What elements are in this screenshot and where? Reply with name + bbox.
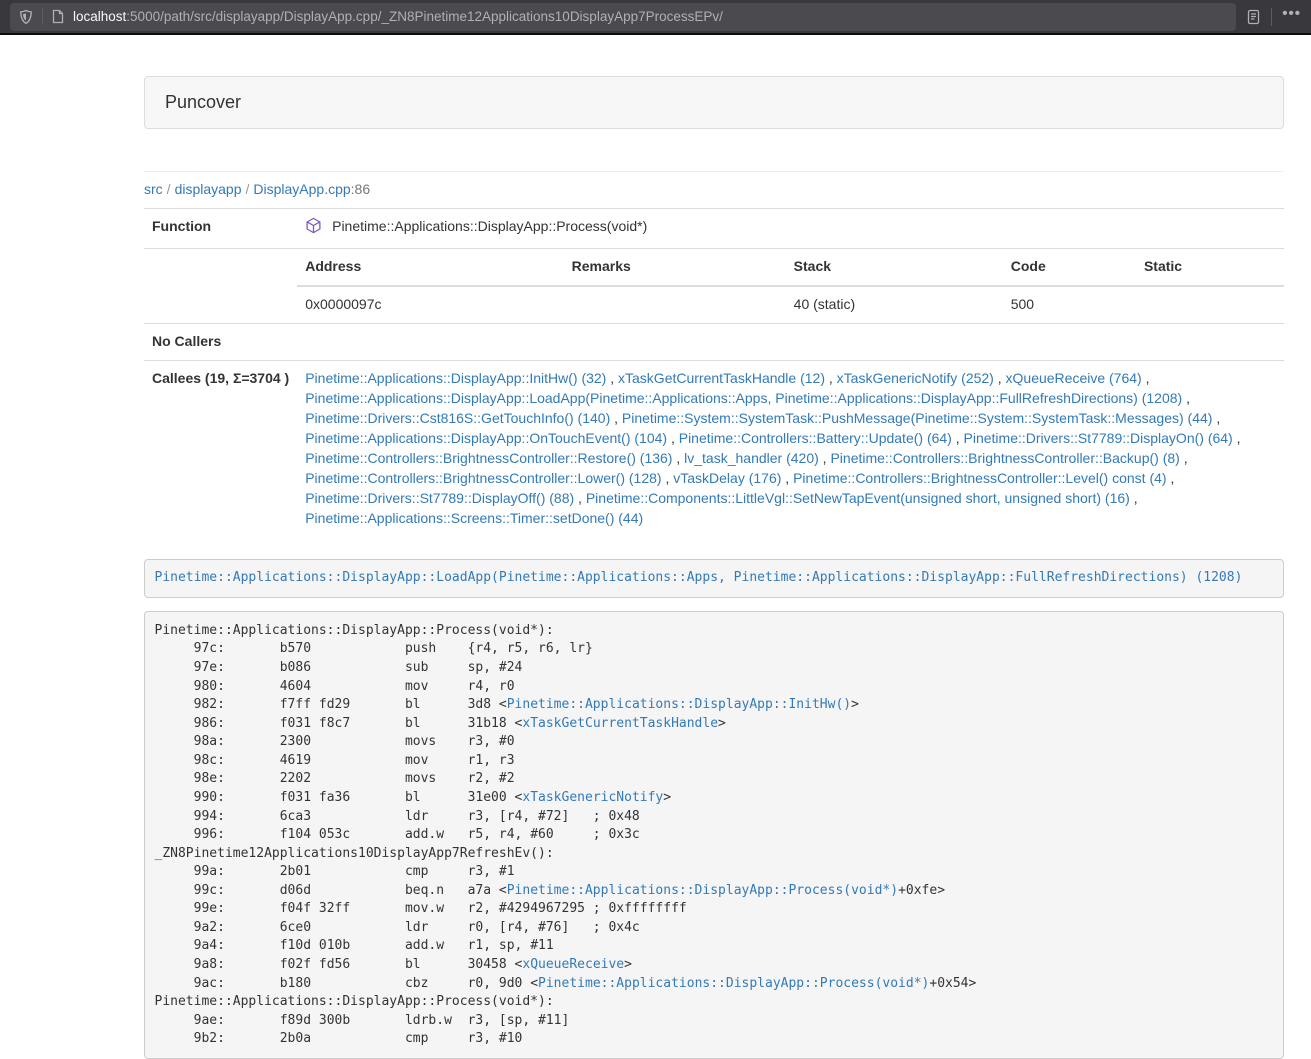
function-label: Function <box>144 209 297 249</box>
page-title: Puncover <box>165 92 241 112</box>
col-header-stack: Stack <box>786 249 1003 286</box>
remarks-value <box>564 286 786 323</box>
col-header-address: Address <box>297 249 563 286</box>
callee-link[interactable]: Pinetime::Applications::Screens::Timer::… <box>305 510 643 526</box>
callee-link[interactable]: Pinetime::Applications::DisplayApp::Init… <box>305 370 606 386</box>
toolbar-separator <box>1271 8 1272 26</box>
address-bar[interactable]: localhost:5000/path/src/displayapp/Displ… <box>10 3 1236 31</box>
callee-link[interactable]: Pinetime::Applications::DisplayApp::Load… <box>305 390 1182 406</box>
callee-link[interactable]: Pinetime::Drivers::Cst816S::GetTouchInfo… <box>305 410 610 426</box>
disasm-symbol-link[interactable]: Pinetime::Applications::DisplayApp::Proc… <box>538 976 929 991</box>
callee-link[interactable]: lv_task_handler (420) <box>684 450 819 466</box>
function-cube-icon <box>305 221 326 237</box>
table-row: 0x0000097c 40 (static) 500 <box>297 286 1284 323</box>
callees-label: Callees (19, Σ=3704 ) <box>144 360 297 536</box>
disassembly-pre: Pinetime::Applications::DisplayApp::Proc… <box>144 611 1284 1059</box>
disasm-symbol-link[interactable]: Pinetime::Applications::DisplayApp::Init… <box>507 697 851 712</box>
callee-link[interactable]: Pinetime::Drivers::St7789::DisplayOff() … <box>305 490 574 506</box>
callee-link[interactable]: Pinetime::Components::LittleVgl::SetNewT… <box>586 490 1130 506</box>
disasm-symbol-link[interactable]: Pinetime::Applications::DisplayApp::Proc… <box>507 883 898 898</box>
callee-link[interactable]: xQueueReceive (764) <box>1006 370 1142 386</box>
shield-icon[interactable] <box>18 9 34 25</box>
callees-list: Pinetime::Applications::DisplayApp::Init… <box>297 360 1284 536</box>
disasm-symbol-link[interactable]: xTaskGetCurrentTaskHandle <box>522 716 718 731</box>
page-icon[interactable] <box>51 9 65 24</box>
callee-link[interactable]: Pinetime::System::SystemTask::PushMessag… <box>622 410 1213 426</box>
browser-toolbar: localhost:5000/path/src/displayapp/Displ… <box>0 0 1311 35</box>
function-name: Pinetime::Applications::DisplayApp::Proc… <box>332 218 647 234</box>
static-value <box>1136 286 1284 323</box>
brand-panel: Puncover <box>144 76 1284 129</box>
address-table: Address Remarks Stack Code Static 0x0000… <box>297 249 1284 323</box>
breadcrumb-link-file[interactable]: DisplayApp.cpp <box>253 181 350 197</box>
callee-link[interactable]: Pinetime::Controllers::Battery::Update()… <box>679 430 952 446</box>
table-row: Function Pinetime::Applications::Display… <box>144 209 1284 249</box>
url-path: :5000/path/src/displayapp/DisplayApp.cpp… <box>126 9 723 24</box>
function-table: Function Pinetime::Applications::Display… <box>144 208 1284 537</box>
breadcrumb-line-number: :86 <box>351 181 370 197</box>
highlighted-callee-box: Pinetime::Applications::DisplayApp::Load… <box>144 559 1284 599</box>
col-header-static: Static <box>1136 249 1284 286</box>
disasm-symbol-link[interactable]: xTaskGenericNotify <box>522 790 663 805</box>
table-row: Address Remarks Stack Code Static 0x0000… <box>144 248 1284 323</box>
callee-link[interactable]: Pinetime::Controllers::BrightnessControl… <box>830 450 1179 466</box>
breadcrumb-separator: / <box>242 181 254 197</box>
code-value: 500 <box>1003 286 1136 323</box>
breadcrumb: src/displayapp/DisplayApp.cpp:86 <box>144 172 1284 208</box>
disasm-symbol-link[interactable]: xQueueReceive <box>522 957 624 972</box>
url-text[interactable]: localhost:5000/path/src/displayapp/Displ… <box>73 9 723 24</box>
table-header-row: Address Remarks Stack Code Static <box>297 249 1284 286</box>
urlbar-separator <box>42 8 43 25</box>
col-header-code: Code <box>1003 249 1136 286</box>
breadcrumb-link-src[interactable]: src <box>144 181 163 197</box>
breadcrumb-link-displayapp[interactable]: displayapp <box>175 181 242 197</box>
table-row: Callees (19, Σ=3704 ) Pinetime::Applicat… <box>144 360 1284 536</box>
stack-value: 40 (static) <box>786 286 1003 323</box>
col-header-remarks: Remarks <box>564 249 786 286</box>
callee-link[interactable]: xTaskGetCurrentTaskHandle (12) <box>618 370 825 386</box>
overflow-menu-icon[interactable]: ••• <box>1282 6 1301 27</box>
callee-link[interactable]: Pinetime::Controllers::BrightnessControl… <box>305 450 672 466</box>
highlighted-callee-link[interactable]: Pinetime::Applications::DisplayApp::Load… <box>155 570 1243 585</box>
callee-link[interactable]: Pinetime::Controllers::BrightnessControl… <box>793 470 1166 486</box>
callee-link[interactable]: xTaskGenericNotify (252) <box>837 370 994 386</box>
table-row: No Callers <box>144 323 1284 360</box>
url-host: localhost <box>73 9 126 24</box>
reader-mode-icon[interactable] <box>1246 9 1261 25</box>
callee-link[interactable]: Pinetime::Drivers::St7789::DisplayOn() (… <box>964 430 1233 446</box>
callee-link[interactable]: Pinetime::Controllers::BrightnessControl… <box>305 470 661 486</box>
breadcrumb-separator: / <box>163 181 175 197</box>
callee-link[interactable]: Pinetime::Applications::DisplayApp::OnTo… <box>305 430 667 446</box>
callee-link[interactable]: vTaskDelay (176) <box>673 470 781 486</box>
address-value: 0x0000097c <box>297 286 563 323</box>
no-callers-label: No Callers <box>144 323 297 360</box>
